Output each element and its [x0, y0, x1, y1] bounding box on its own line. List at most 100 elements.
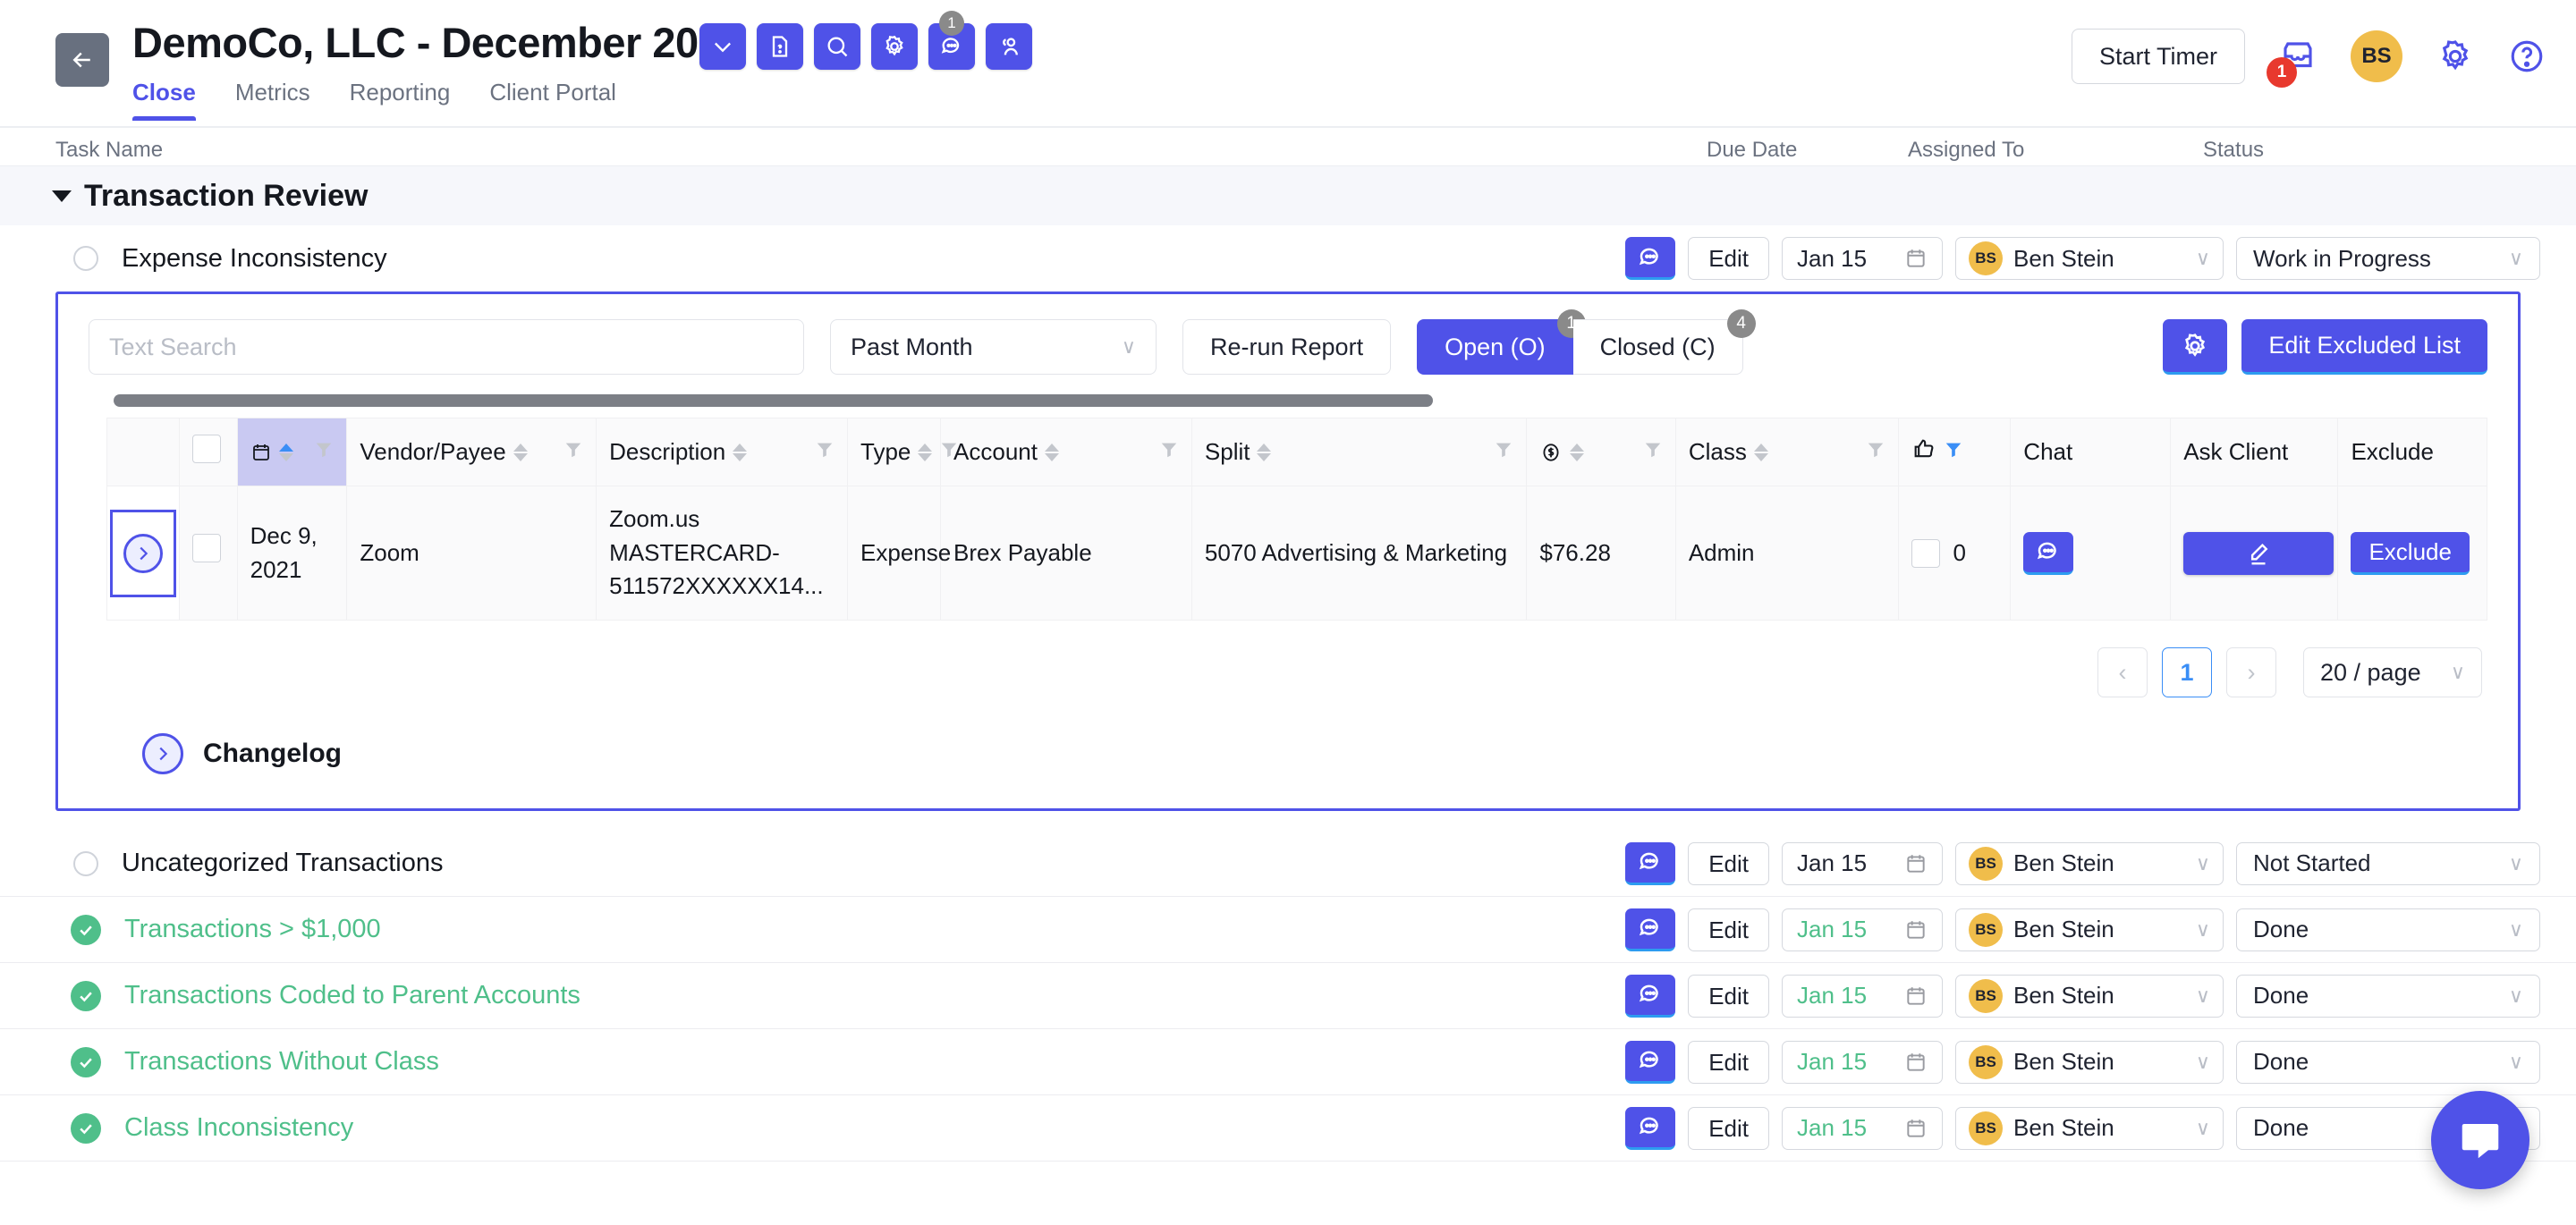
panel-settings-button[interactable]	[2163, 319, 2228, 375]
task-status-select[interactable]: Work in Progress ∨	[2236, 237, 2540, 280]
task-name[interactable]: Transactions Coded to Parent Accounts	[124, 981, 580, 1010]
filter-description[interactable]	[815, 438, 835, 466]
task-due-date-picker[interactable]: Jan 15	[1782, 908, 1943, 951]
task-status-select[interactable]: Done ∨	[2236, 974, 2540, 1018]
task-edit-button[interactable]: Edit	[1688, 1106, 1769, 1150]
row-chat-button[interactable]	[2023, 531, 2074, 575]
header-type[interactable]: Type	[847, 418, 957, 486]
task-edit-button[interactable]: Edit	[1688, 237, 1769, 280]
header-description[interactable]: Description	[596, 418, 849, 486]
filter-date[interactable]	[314, 438, 334, 466]
sort-amount[interactable]	[1570, 443, 1585, 461]
task-assignee-select[interactable]: BS Ben Stein ∨	[1955, 908, 2224, 951]
header-select-all[interactable]	[179, 418, 238, 486]
sort-vendor[interactable]	[513, 443, 528, 461]
header-amount[interactable]	[1526, 418, 1676, 486]
tab-metrics[interactable]: Metrics	[235, 79, 310, 121]
back-button[interactable]	[55, 33, 109, 87]
add-user-button[interactable]	[986, 23, 1032, 70]
task-edit-button[interactable]: Edit	[1688, 841, 1769, 885]
edit-excluded-list-button[interactable]: Edit Excluded List	[2241, 319, 2487, 375]
task-edit-button[interactable]: Edit	[1688, 974, 1769, 1018]
task-complete-toggle[interactable]	[73, 246, 98, 271]
scrollbar-thumb[interactable]	[114, 394, 1433, 407]
tab-reporting[interactable]: Reporting	[350, 79, 451, 121]
header-account[interactable]: Account	[940, 418, 1192, 486]
task-chat-button[interactable]	[1625, 974, 1676, 1018]
task-due-date-picker[interactable]: Jan 15	[1782, 1106, 1943, 1150]
settings-icon-button[interactable]	[2436, 38, 2474, 75]
period-select[interactable]: Past Month ∨	[830, 319, 1157, 375]
sort-account[interactable]	[1044, 443, 1059, 461]
filter-amount[interactable]	[1643, 438, 1663, 466]
task-name[interactable]: Transactions Without Class	[124, 1047, 439, 1077]
settings-button[interactable]	[871, 23, 918, 70]
task-complete-toggle[interactable]	[71, 1112, 101, 1144]
tab-client-portal[interactable]: Client Portal	[489, 79, 616, 121]
scrollbar-track[interactable]	[97, 394, 2487, 407]
exclude-button[interactable]: Exclude	[2351, 531, 2470, 575]
header-split[interactable]: Split	[1191, 418, 1528, 486]
changelog-expand-button[interactable]	[142, 733, 183, 775]
task-complete-toggle[interactable]	[71, 980, 101, 1011]
task-due-date-picker[interactable]: Jan 15	[1782, 1040, 1943, 1084]
inbox-button[interactable]: 1	[2267, 38, 2317, 88]
row-expand-button[interactable]	[110, 509, 177, 597]
task-due-date-picker[interactable]: Jan 15	[1782, 237, 1943, 280]
header-class[interactable]: Class	[1674, 418, 1900, 486]
task-status-select[interactable]: Done ∨	[2236, 908, 2540, 951]
task-name[interactable]: Class Inconsistency	[124, 1113, 353, 1143]
avatar[interactable]: BS	[2351, 30, 2402, 82]
tab-open[interactable]: Open (O) 1	[1417, 309, 1586, 375]
help-button[interactable]	[2508, 38, 2546, 75]
sort-split[interactable]	[1257, 443, 1272, 461]
row-select-cell[interactable]	[179, 485, 238, 621]
task-complete-toggle[interactable]	[71, 914, 101, 945]
select-all-checkbox[interactable]	[192, 435, 222, 463]
pagination-prev[interactable]: ‹	[2097, 647, 2148, 698]
task-chat-button[interactable]	[1625, 908, 1676, 951]
sort-class[interactable]	[1753, 443, 1768, 461]
task-edit-button[interactable]: Edit	[1688, 908, 1769, 951]
task-assignee-select[interactable]: BS Ben Stein ∨	[1955, 237, 2224, 280]
task-name[interactable]: Transactions > $1,000	[124, 915, 381, 944]
sort-description[interactable]	[733, 443, 748, 461]
task-edit-button[interactable]: Edit	[1688, 1040, 1769, 1084]
task-due-date-picker[interactable]: Jan 15	[1782, 841, 1943, 885]
filter-split[interactable]	[1494, 438, 1513, 466]
task-complete-toggle[interactable]	[73, 850, 98, 876]
pagination-next[interactable]: ›	[2226, 647, 2276, 698]
intercom-launcher[interactable]	[2431, 1091, 2529, 1189]
task-chat-button[interactable]	[1625, 841, 1676, 885]
rerun-report-button[interactable]: Re-run Report	[1182, 319, 1392, 375]
comments-button[interactable]: 1	[928, 11, 975, 70]
task-assignee-select[interactable]: BS Ben Stein ∨	[1955, 1106, 2224, 1150]
filter-class[interactable]	[1866, 438, 1885, 466]
pagination-page-1[interactable]: 1	[2162, 647, 2212, 698]
chevron-down-button[interactable]	[699, 23, 746, 70]
task-chat-button[interactable]	[1625, 1106, 1676, 1150]
filter-account[interactable]	[1159, 438, 1179, 466]
task-assignee-select[interactable]: BS Ben Stein ∨	[1955, 1040, 2224, 1084]
thumbs-checkbox[interactable]	[1911, 538, 1941, 568]
task-chat-button[interactable]	[1625, 237, 1676, 280]
search-button[interactable]	[814, 23, 860, 70]
filter-thumbs[interactable]	[1944, 438, 1963, 466]
tab-closed[interactable]: Closed (C) 4	[1572, 309, 1756, 375]
sort-type[interactable]	[918, 443, 933, 461]
filter-vendor[interactable]	[564, 438, 583, 466]
task-status-select[interactable]: Not Started ∨	[2236, 841, 2540, 885]
task-complete-toggle[interactable]	[71, 1046, 101, 1077]
task-due-date-picker[interactable]: Jan 15	[1782, 974, 1943, 1018]
start-timer-button[interactable]: Start Timer	[2071, 29, 2245, 84]
task-chat-button[interactable]	[1625, 1040, 1676, 1084]
page-size-select[interactable]: 20 / page ∨	[2303, 647, 2482, 698]
tab-close[interactable]: Close	[132, 79, 196, 121]
search-input[interactable]	[89, 319, 804, 375]
task-assignee-select[interactable]: BS Ben Stein ∨	[1955, 841, 2224, 885]
sort-date[interactable]	[278, 443, 293, 461]
task-status-select[interactable]: Done ∨	[2236, 1040, 2540, 1084]
ask-client-button[interactable]	[2183, 531, 2334, 575]
changelog-section[interactable]: Changelog	[58, 721, 2518, 808]
header-vendor-payee[interactable]: Vendor/Payee	[346, 418, 597, 486]
